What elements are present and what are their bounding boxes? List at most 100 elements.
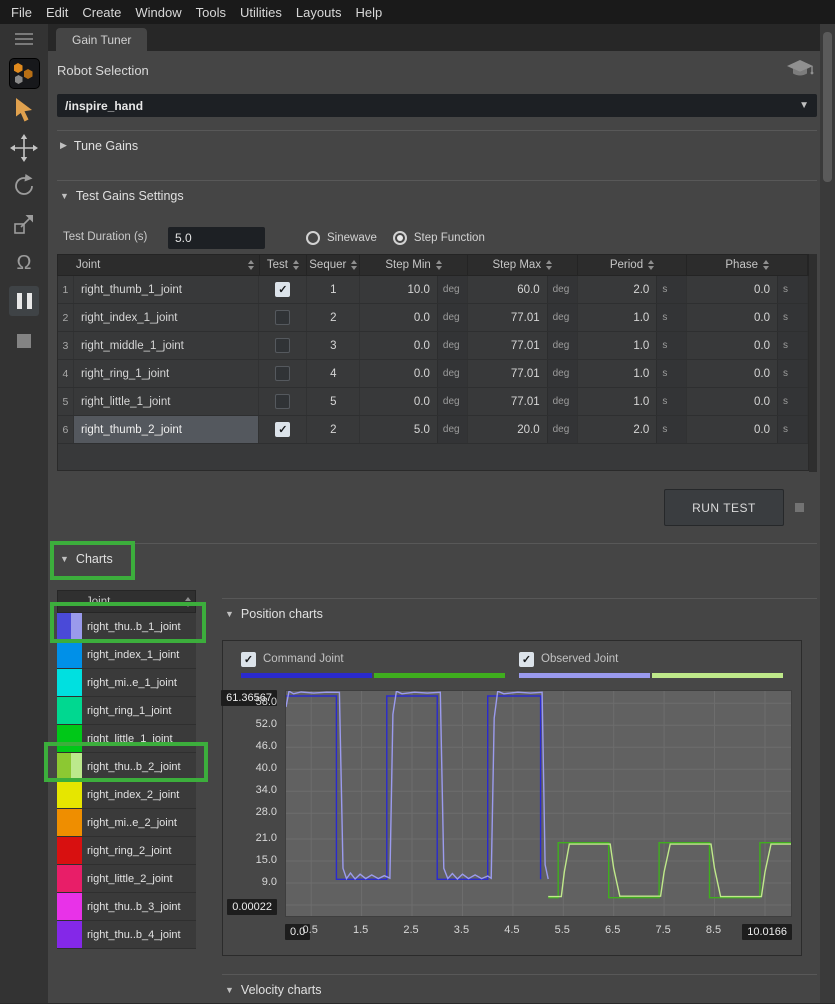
sequence-cell[interactable]: 1 <box>307 276 360 303</box>
table-row[interactable]: 4right_ring_1_joint40.0deg77.01deg1.0s0.… <box>58 360 808 388</box>
graduation-cap-icon[interactable] <box>786 59 814 84</box>
select-tool-icon[interactable] <box>0 97 48 123</box>
joint-list-item[interactable]: right_ring_2_joint <box>57 837 196 865</box>
joint-name-cell[interactable]: right_thumb_2_joint <box>74 416 260 443</box>
menu-item-file[interactable]: File <box>4 5 39 20</box>
table-row[interactable]: 5right_little_1_joint50.0deg77.01deg1.0s… <box>58 388 808 416</box>
step-max-cell[interactable]: 60.0deg <box>468 276 578 303</box>
joint-name-cell[interactable]: right_middle_1_joint <box>74 332 260 359</box>
radio-sinewave[interactable]: Sinewave <box>306 231 377 245</box>
period-cell[interactable]: 2.0s <box>578 416 688 443</box>
column-header-sequer[interactable]: Sequer <box>307 255 360 275</box>
observed-joint-checkbox[interactable]: ✓ <box>519 652 534 667</box>
radio-button-icon[interactable] <box>306 231 320 245</box>
run-test-button[interactable]: RUN TEST <box>664 489 784 526</box>
radio-step-function[interactable]: Step Function <box>393 231 485 245</box>
phase-cell[interactable]: 0.0s <box>687 416 808 443</box>
sequence-cell[interactable]: 2 <box>307 304 360 331</box>
table-row[interactable]: 3right_middle_1_joint30.0deg77.01deg1.0s… <box>58 332 808 360</box>
table-row[interactable]: 6right_thumb_2_joint✓25.0deg20.0deg2.0s0… <box>58 416 808 444</box>
joint-name-cell[interactable]: right_index_1_joint <box>74 304 260 331</box>
joint-list-item[interactable]: right_thu..b_3_joint <box>57 893 196 921</box>
joint-list-item[interactable]: right_ring_1_joint <box>57 697 196 725</box>
column-header-test[interactable]: Test <box>260 255 308 275</box>
step-min-cell[interactable]: 0.0deg <box>360 332 468 359</box>
scrollbar-track[interactable] <box>820 24 835 1003</box>
column-header-joint[interactable]: Joint <box>58 255 260 275</box>
sequence-cell[interactable]: 2 <box>307 416 360 443</box>
step-max-cell[interactable]: 77.01deg <box>468 360 578 387</box>
column-header-period[interactable]: Period <box>578 255 688 275</box>
column-header-step-min[interactable]: Step Min <box>360 255 468 275</box>
section-charts[interactable]: ▼ Charts <box>57 543 817 573</box>
menu-icon[interactable] <box>0 28 48 45</box>
period-cell[interactable]: 1.0s <box>578 388 688 415</box>
menu-item-edit[interactable]: Edit <box>39 5 75 20</box>
section-velocity-charts[interactable]: ▼ Velocity charts <box>222 974 817 1004</box>
robot-dropdown[interactable]: /inspire_hand ▼ <box>57 94 817 117</box>
section-test-gains-settings[interactable]: ▼ Test Gains Settings <box>57 180 817 210</box>
period-cell[interactable]: 1.0s <box>578 304 688 331</box>
test-checkbox[interactable] <box>275 394 290 409</box>
phase-cell[interactable]: 0.0s <box>687 304 808 331</box>
robot-asset-icon[interactable] <box>0 58 48 89</box>
joint-name-cell[interactable]: right_little_1_joint <box>74 388 260 415</box>
column-header-phase[interactable]: Phase <box>687 255 808 275</box>
phase-cell[interactable]: 0.0s <box>687 388 808 415</box>
joint-list-item[interactable]: right_little_1_joint <box>57 725 196 753</box>
joint-list-item[interactable]: right_thu..b_4_joint <box>57 921 196 949</box>
step-min-cell[interactable]: 0.0deg <box>360 304 468 331</box>
menu-item-utilities[interactable]: Utilities <box>233 5 289 20</box>
step-min-cell[interactable]: 10.0deg <box>360 276 468 303</box>
step-max-cell[interactable]: 77.01deg <box>468 388 578 415</box>
table-row[interactable]: 2right_index_1_joint20.0deg77.01deg1.0s0… <box>58 304 808 332</box>
pause-icon[interactable] <box>0 286 48 316</box>
step-max-cell[interactable]: 20.0deg <box>468 416 578 443</box>
step-min-cell[interactable]: 0.0deg <box>360 388 468 415</box>
move-tool-icon[interactable] <box>0 134 48 162</box>
joint-list-item[interactable]: right_mi..e_1_joint <box>57 669 196 697</box>
joint-name-cell[interactable]: right_thumb_1_joint <box>74 276 260 303</box>
sequence-cell[interactable]: 5 <box>307 388 360 415</box>
audio-icon[interactable]: Ω <box>0 250 48 276</box>
menu-item-help[interactable]: Help <box>348 5 389 20</box>
test-checkbox[interactable] <box>275 366 290 381</box>
joint-name-cell[interactable]: right_ring_1_joint <box>74 360 260 387</box>
step-min-cell[interactable]: 0.0deg <box>360 360 468 387</box>
sequence-cell[interactable]: 4 <box>307 360 360 387</box>
period-cell[interactable]: 2.0s <box>578 276 688 303</box>
tab-gain-tuner[interactable]: Gain Tuner <box>56 28 147 51</box>
step-min-cell[interactable]: 5.0deg <box>360 416 468 443</box>
phase-cell[interactable]: 0.0s <box>687 360 808 387</box>
test-duration-input[interactable] <box>168 227 265 249</box>
phase-cell[interactable]: 0.0s <box>687 332 808 359</box>
stop-icon[interactable] <box>0 326 48 348</box>
test-checkbox[interactable]: ✓ <box>275 282 290 297</box>
scrollbar-thumb[interactable] <box>823 32 832 182</box>
menu-item-create[interactable]: Create <box>75 5 128 20</box>
step-max-cell[interactable]: 77.01deg <box>468 304 578 331</box>
phase-cell[interactable]: 0.0s <box>687 276 808 303</box>
resize-handle[interactable] <box>795 503 804 512</box>
joint-list-item[interactable]: right_little_2_joint <box>57 865 196 893</box>
joint-list-item[interactable]: right_index_2_joint <box>57 781 196 809</box>
period-cell[interactable]: 1.0s <box>578 360 688 387</box>
test-checkbox[interactable]: ✓ <box>275 422 290 437</box>
period-cell[interactable]: 1.0s <box>578 332 688 359</box>
test-checkbox[interactable] <box>275 310 290 325</box>
sequence-cell[interactable]: 3 <box>307 332 360 359</box>
step-max-cell[interactable]: 77.01deg <box>468 332 578 359</box>
menu-item-tools[interactable]: Tools <box>189 5 233 20</box>
command-joint-checkbox[interactable]: ✓ <box>241 652 256 667</box>
joint-list-item[interactable]: right_thu..b_1_joint <box>57 613 196 641</box>
menu-item-window[interactable]: Window <box>128 5 188 20</box>
joint-list-item[interactable]: right_index_1_joint <box>57 641 196 669</box>
table-scrollbar[interactable] <box>809 254 817 472</box>
radio-button-icon[interactable] <box>393 231 407 245</box>
menu-item-layouts[interactable]: Layouts <box>289 5 349 20</box>
section-tune-gains[interactable]: ▶ Tune Gains <box>57 130 817 160</box>
rotate-tool-icon[interactable] <box>0 173 48 199</box>
table-row[interactable]: 1right_thumb_1_joint✓110.0deg60.0deg2.0s… <box>58 276 808 304</box>
joint-list-item[interactable]: right_mi..e_2_joint <box>57 809 196 837</box>
section-position-charts[interactable]: ▼ Position charts <box>222 598 817 628</box>
